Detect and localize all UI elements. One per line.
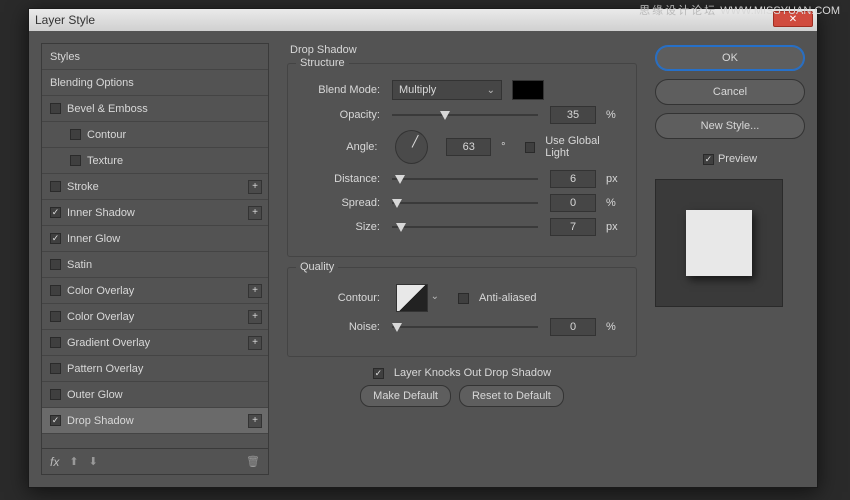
- structure-heading: Structure: [296, 57, 349, 69]
- checkbox[interactable]: [50, 207, 61, 218]
- sidebar-item-inner-glow[interactable]: Inner Glow: [42, 226, 268, 252]
- checkbox[interactable]: [70, 129, 81, 140]
- noise-label: Noise:: [300, 321, 386, 333]
- checkbox[interactable]: [50, 389, 61, 400]
- sidebar-item-color-overlay-1[interactable]: Color Overlay+: [42, 278, 268, 304]
- spread-slider[interactable]: [392, 196, 538, 210]
- reset-default-button[interactable]: Reset to Default: [459, 385, 564, 407]
- checkbox[interactable]: [50, 103, 61, 114]
- noise-slider[interactable]: [392, 320, 538, 334]
- distance-slider[interactable]: [392, 172, 538, 186]
- anti-aliased-checkbox[interactable]: [458, 293, 469, 304]
- sidebar-item-satin[interactable]: Satin: [42, 252, 268, 278]
- angle-control[interactable]: [395, 130, 428, 164]
- sidebar-item-inner-shadow[interactable]: Inner Shadow+: [42, 200, 268, 226]
- new-style-button[interactable]: New Style...: [655, 113, 805, 139]
- add-icon[interactable]: +: [248, 310, 262, 324]
- opacity-slider[interactable]: [392, 108, 538, 122]
- sidebar-item-drop-shadow[interactable]: Drop Shadow+: [42, 408, 268, 434]
- add-icon[interactable]: +: [248, 206, 262, 220]
- checkbox[interactable]: [50, 337, 61, 348]
- add-icon[interactable]: +: [248, 414, 262, 428]
- preview-checkbox[interactable]: [703, 154, 714, 165]
- sidebar-item-color-overlay-2[interactable]: Color Overlay+: [42, 304, 268, 330]
- sidebar-item-outer-glow[interactable]: Outer Glow: [42, 382, 268, 408]
- checkbox[interactable]: [50, 285, 61, 296]
- preview-thumbnail: [655, 179, 783, 307]
- trash-icon[interactable]: 🗑: [246, 455, 260, 468]
- effects-sidebar: Styles Blending Options Bevel & Emboss C…: [41, 43, 269, 475]
- opacity-input[interactable]: 35: [550, 106, 596, 124]
- panel-title: Drop Shadow: [290, 44, 357, 56]
- settings-panel: Drop Shadow Structure Blend Mode: Multip…: [279, 43, 645, 475]
- sidebar-item-contour[interactable]: Contour: [42, 122, 268, 148]
- size-label: Size:: [300, 221, 386, 233]
- make-default-button[interactable]: Make Default: [360, 385, 451, 407]
- sidebar-item-stroke[interactable]: Stroke+: [42, 174, 268, 200]
- checkbox[interactable]: [70, 155, 81, 166]
- checkbox[interactable]: [50, 181, 61, 192]
- sidebar-item-bevel-emboss[interactable]: Bevel & Emboss: [42, 96, 268, 122]
- add-icon[interactable]: +: [248, 180, 262, 194]
- move-down-icon[interactable]: ⬇: [89, 455, 98, 468]
- watermark: 思缘设计论坛 WWW.MISSYUAN.COM: [639, 2, 840, 18]
- blend-mode-select[interactable]: Multiply: [392, 80, 502, 100]
- knocks-out-checkbox[interactable]: [373, 368, 384, 379]
- sidebar-item-texture[interactable]: Texture: [42, 148, 268, 174]
- spread-input[interactable]: 0: [550, 194, 596, 212]
- sidebar-item-pattern-overlay[interactable]: Pattern Overlay: [42, 356, 268, 382]
- cancel-button[interactable]: Cancel: [655, 79, 805, 105]
- sidebar-footer: fx ⬆ ⬇ 🗑: [41, 449, 269, 475]
- checkbox[interactable]: [50, 259, 61, 270]
- angle-input[interactable]: 63: [446, 138, 491, 156]
- preview-label: Preview: [718, 153, 757, 165]
- blend-mode-label: Blend Mode:: [300, 84, 386, 96]
- quality-heading: Quality: [296, 261, 338, 273]
- use-global-light-checkbox[interactable]: [525, 142, 536, 153]
- add-icon[interactable]: +: [248, 336, 262, 350]
- size-slider[interactable]: [392, 220, 538, 234]
- shadow-color-swatch[interactable]: [512, 80, 544, 100]
- size-input[interactable]: 7: [550, 218, 596, 236]
- checkbox[interactable]: [50, 415, 61, 426]
- sidebar-item-gradient-overlay[interactable]: Gradient Overlay+: [42, 330, 268, 356]
- move-up-icon[interactable]: ⬆: [69, 455, 78, 468]
- checkbox[interactable]: [50, 363, 61, 374]
- spread-label: Spread:: [300, 197, 386, 209]
- use-global-light-label: Use Global Light: [545, 135, 624, 159]
- anti-aliased-label: Anti-aliased: [479, 292, 536, 304]
- ok-button[interactable]: OK: [655, 45, 805, 71]
- contour-picker[interactable]: [396, 284, 428, 312]
- distance-label: Distance:: [300, 173, 386, 185]
- add-icon[interactable]: +: [248, 284, 262, 298]
- contour-label: Contour:: [300, 292, 386, 304]
- layer-style-dialog: Layer Style ✕ Styles Blending Options Be…: [28, 8, 818, 488]
- distance-input[interactable]: 6: [550, 170, 596, 188]
- noise-input[interactable]: 0: [550, 318, 596, 336]
- angle-label: Angle:: [300, 141, 383, 153]
- knocks-out-label: Layer Knocks Out Drop Shadow: [394, 367, 551, 379]
- dialog-buttons: OK Cancel New Style... Preview: [655, 43, 805, 475]
- opacity-label: Opacity:: [300, 109, 386, 121]
- checkbox[interactable]: [50, 311, 61, 322]
- sidebar-heading-styles[interactable]: Styles: [42, 44, 268, 70]
- checkbox[interactable]: [50, 233, 61, 244]
- sidebar-heading-blending[interactable]: Blending Options: [42, 70, 268, 96]
- fx-menu[interactable]: fx: [50, 455, 59, 469]
- dialog-title: Layer Style: [35, 13, 95, 27]
